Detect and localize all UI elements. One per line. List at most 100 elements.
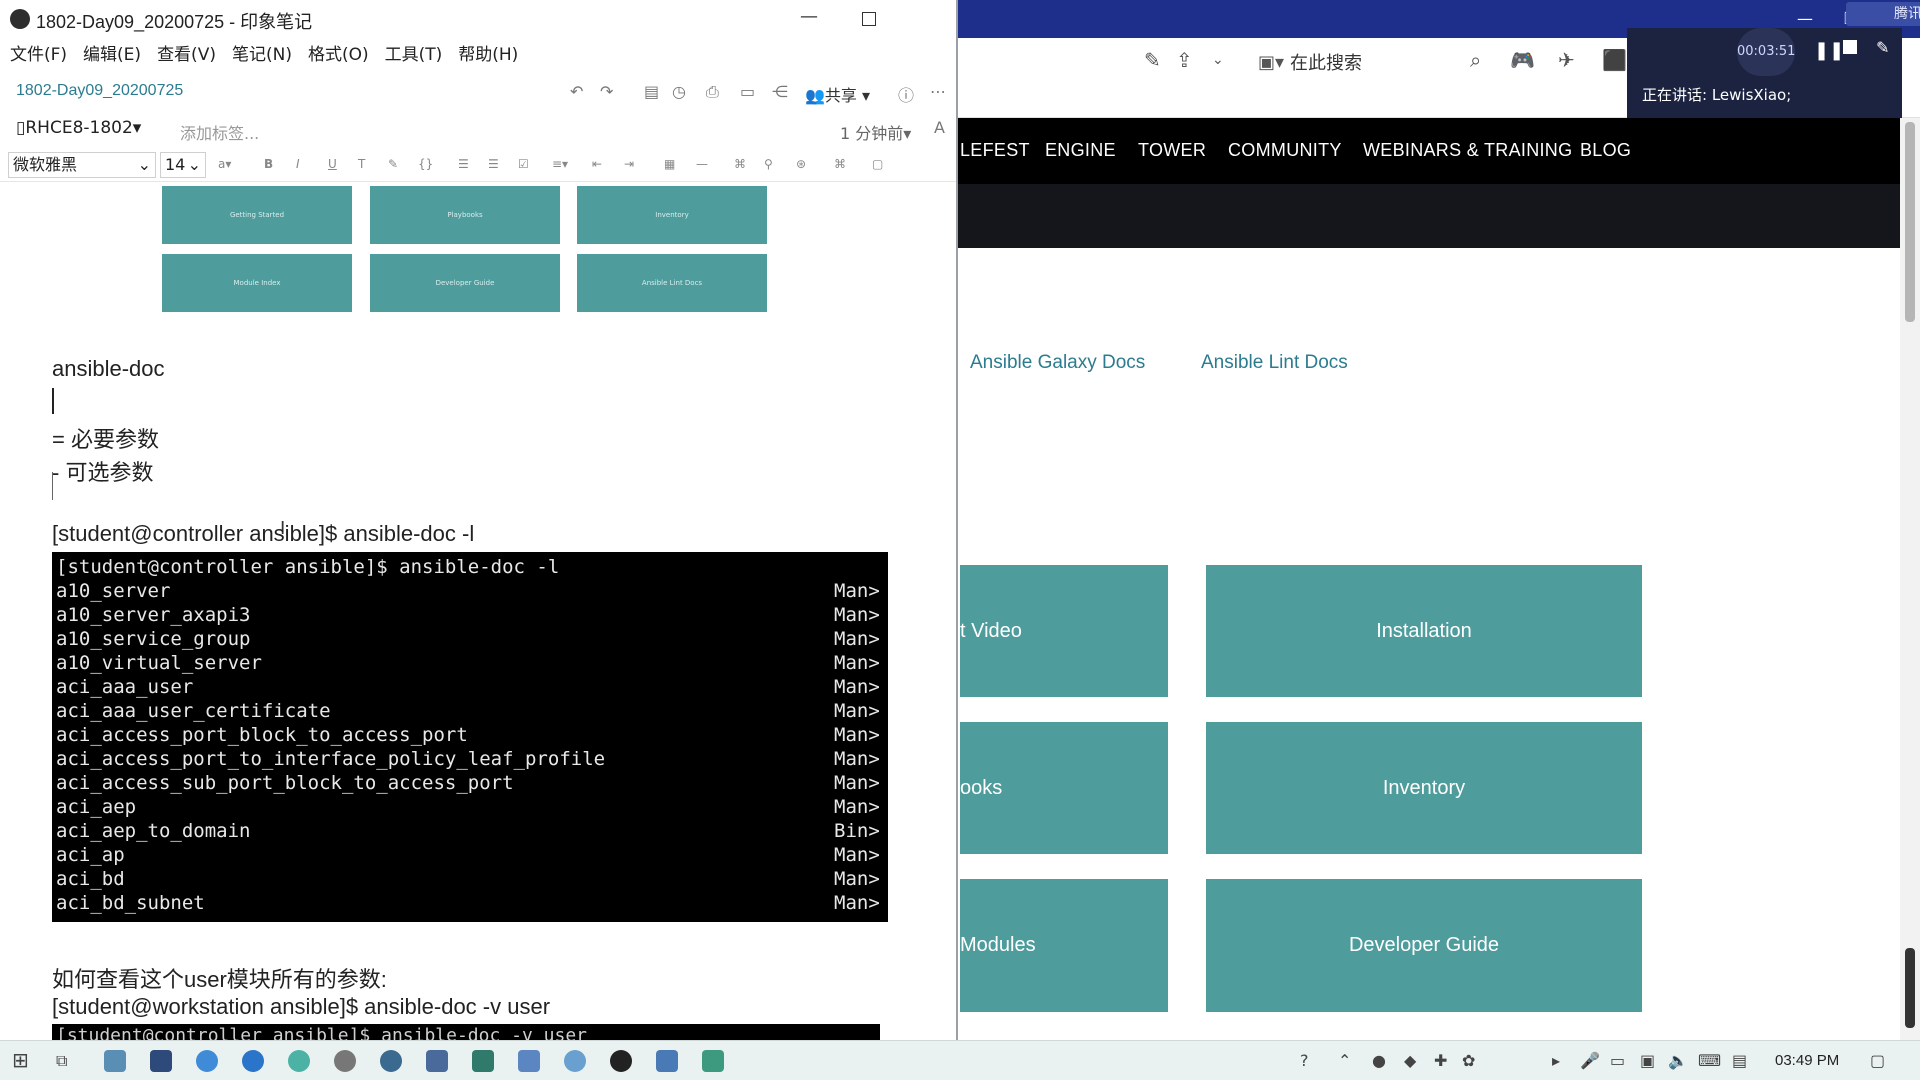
pause-icon[interactable]: ❚❚ <box>1814 40 1844 61</box>
search-box[interactable]: ▣▾ 在此搜索 <box>1258 46 1362 78</box>
app-icon[interactable] <box>426 1050 448 1072</box>
microphone-icon[interactable]: 🎤 <box>1580 1051 1600 1070</box>
minimize-icon[interactable]: — <box>800 6 818 27</box>
clear-format-icon[interactable]: ⌘ <box>834 157 846 171</box>
note-body[interactable]: Getting Started Playbooks Inventory Modu… <box>0 184 956 1040</box>
app-icon[interactable] <box>150 1050 172 1072</box>
task-view-icon[interactable]: ⧉ <box>56 1051 67 1071</box>
font-family-select[interactable]: 微软雅黑 ⌄ <box>8 152 156 178</box>
explorer-icon[interactable] <box>104 1050 126 1072</box>
tile-modules[interactable]: Modules <box>960 879 1168 1012</box>
app-icon[interactable] <box>472 1050 494 1072</box>
menu-file[interactable]: 文件(F) <box>10 38 67 72</box>
scrollbar-thumb[interactable] <box>1905 122 1915 322</box>
bullet-list-icon[interactable]: ☰ <box>458 157 469 171</box>
attachment-icon[interactable]: ⌘ <box>734 157 746 171</box>
encrypt-icon[interactable]: ⊛ <box>796 157 806 171</box>
app-icon[interactable] <box>518 1050 540 1072</box>
bold-icon[interactable]: B <box>264 157 273 171</box>
nav-item-webinars[interactable]: WEBINARS & TRAINING <box>1363 140 1572 161</box>
volume-icon[interactable]: 🔈 <box>1668 1051 1688 1070</box>
strikethrough-icon[interactable]: T <box>358 157 365 171</box>
feather-icon[interactable]: ✎ <box>1144 48 1161 72</box>
tile-video[interactable]: t Video <box>960 565 1168 697</box>
menu-tools[interactable]: 工具(T) <box>385 38 443 72</box>
app-icon[interactable] <box>334 1050 356 1072</box>
font-a-icon[interactable]: A <box>934 118 945 137</box>
note-info-icon[interactable]: ▤ <box>644 82 659 101</box>
edge-icon[interactable] <box>242 1050 264 1072</box>
app-icon[interactable] <box>380 1050 402 1072</box>
updated-time[interactable]: 1 分钟前▾ <box>840 120 911 144</box>
redo-icon[interactable]: ↷ <box>600 82 613 101</box>
note-title[interactable]: 1802-Day09_20200725 <box>16 82 183 100</box>
italic-icon[interactable]: I <box>296 157 300 171</box>
more-icon[interactable]: ⋯ <box>930 82 946 101</box>
gamepad-icon[interactable]: 🎮 <box>1510 48 1535 72</box>
chevron-down-icon[interactable]: ⌄ <box>1212 52 1224 68</box>
horizontal-rule-icon[interactable]: — <box>696 157 708 171</box>
ime-icon[interactable]: ⌨ <box>1698 1051 1721 1070</box>
tray-app-icon[interactable]: ✚ <box>1434 1051 1447 1070</box>
font-size-select[interactable]: 14 ⌄ <box>160 152 206 178</box>
align-icon[interactable]: ≡▾ <box>552 157 568 171</box>
nav-item-lefest[interactable]: LEFEST <box>960 140 1030 161</box>
underline-icon[interactable]: U <box>328 157 337 171</box>
app-icon[interactable] <box>564 1050 586 1072</box>
tile-playbooks[interactable]: ooks <box>960 722 1168 854</box>
text-color-icon[interactable]: a▾ <box>218 157 231 171</box>
indent-icon[interactable]: ⇥ <box>624 157 634 171</box>
play-icon[interactable]: ▸ <box>1552 1051 1560 1070</box>
windows-start-icon[interactable]: ⊞ <box>12 1048 29 1072</box>
table-icon[interactable]: ▦ <box>664 157 675 171</box>
tray-app-icon[interactable]: ▤ <box>1732 1051 1747 1070</box>
link-ansible-lint-docs[interactable]: Ansible Lint Docs <box>1201 352 1348 374</box>
share-network-icon[interactable]: ⋲ <box>772 82 788 101</box>
reminder-icon[interactable]: ◷ <box>672 82 686 101</box>
outdent-icon[interactable]: ⇤ <box>592 157 602 171</box>
browser-icon[interactable] <box>196 1050 218 1072</box>
browser-scrollbar[interactable] <box>1900 118 1920 1040</box>
menu-help[interactable]: 帮助(H) <box>458 38 518 72</box>
notification-icon[interactable]: ▢ <box>1870 1051 1885 1070</box>
scrollbar-thumb-lower[interactable] <box>1905 948 1915 1028</box>
system-clock[interactable]: 03:49 PM <box>1775 1052 1839 1069</box>
code-icon[interactable]: {} <box>418 157 433 171</box>
app-icon[interactable] <box>702 1050 724 1072</box>
tray-app-icon[interactable]: ◆ <box>1404 1051 1416 1070</box>
print-icon[interactable]: ⎙ <box>706 82 719 102</box>
numbered-list-icon[interactable]: ☰ <box>488 157 499 171</box>
notebook-selector[interactable]: ▯RHCE8-1802▾ <box>16 118 141 138</box>
pdf-icon[interactable]: ⬛ <box>1602 48 1627 72</box>
tray-app-icon[interactable]: ✿ <box>1462 1051 1475 1070</box>
bird-icon[interactable]: ✈ <box>1558 48 1575 72</box>
highlight-icon[interactable]: ✎ <box>388 157 398 171</box>
lock-icon[interactable]: ▢ <box>872 157 883 171</box>
link-ansible-galaxy-docs[interactable]: Ansible Galaxy Docs <box>970 352 1145 374</box>
tray-app-icon[interactable]: ● <box>1372 1051 1386 1070</box>
link-icon[interactable]: ⚲ <box>764 157 773 171</box>
checkbox-icon[interactable]: ☑ <box>518 157 529 171</box>
app-icon[interactable] <box>610 1050 632 1072</box>
menu-view[interactable]: 查看(V) <box>157 38 216 72</box>
share-button[interactable]: 👥共享 ▾ <box>805 82 870 106</box>
undo-icon[interactable]: ↶ <box>570 82 583 101</box>
nav-item-blog[interactable]: BLOG <box>1580 140 1631 161</box>
info-icon[interactable]: ⓘ <box>898 82 914 106</box>
network-icon[interactable]: ▣ <box>1640 1051 1655 1070</box>
menu-edit[interactable]: 编辑(E) <box>83 38 141 72</box>
add-tag-input[interactable]: 添加标签... <box>180 120 259 144</box>
battery-icon[interactable]: ▭ <box>1610 1051 1625 1070</box>
maximize-icon[interactable] <box>862 12 876 26</box>
search-icon[interactable]: ⌕ <box>1470 48 1481 72</box>
tile-inventory[interactable]: Inventory <box>1206 722 1642 854</box>
tile-installation[interactable]: Installation <box>1206 565 1642 697</box>
meeting-float-bar[interactable]: 腾讯会议 🔈 <box>1846 2 1920 26</box>
nav-item-tower[interactable]: TOWER <box>1138 140 1206 161</box>
stop-icon[interactable] <box>1843 40 1857 54</box>
app-icon[interactable] <box>656 1050 678 1072</box>
nav-item-engine[interactable]: ENGINE <box>1045 140 1116 161</box>
menu-format[interactable]: 格式(O) <box>308 38 369 72</box>
chevron-up-icon[interactable]: ⌃ <box>1338 1051 1351 1070</box>
help-icon[interactable]: ? <box>1300 1051 1309 1070</box>
